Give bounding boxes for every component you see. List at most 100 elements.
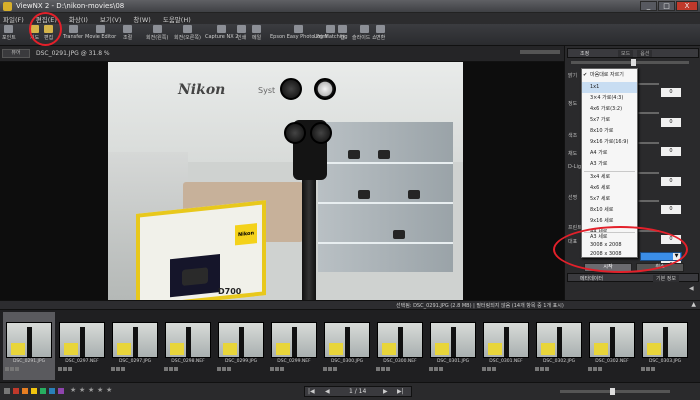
toolbar-convert-button[interactable]: 변환 [376,25,385,41]
toolbar-movie-editor-button[interactable]: Movie Editor [85,25,116,40]
thumbnail[interactable]: DSC_0299.JPG [215,312,267,380]
value-field[interactable]: 0 [661,88,681,97]
photo-box-badge: Nikon [235,223,257,246]
filmstrip: DSC_0291.JPG DSC_0297.NEF DSC_0297.JPG D… [0,310,700,382]
label-exposure: 정도 [568,101,578,107]
toolbar-web-button[interactable]: 웹 [338,25,347,41]
crop-option-free[interactable]: 마음대로 자르기 [582,70,637,81]
menu-view[interactable]: 보기(V) [100,14,121,24]
maximize-button[interactable]: □ [658,1,675,11]
next-page-button[interactable]: ▶ [383,388,388,395]
thumbnail[interactable]: DSC_0302.NEF [586,312,638,380]
crop-option[interactable]: 5x7 가로 [582,115,637,126]
thumbnail[interactable]: DSC_0297.JPG [109,312,161,380]
photo-lens [310,122,332,144]
selection-status: 선택됨: DSC_0291.JPG (2.8 MB) | 필터링되지 않음 (1… [396,303,564,309]
thumbnail[interactable]: DSC_0300.JPG [321,312,373,380]
crop-option[interactable]: 8x10 가로 [582,126,637,137]
thumbnail[interactable]: DSC_0299.NEF [268,312,320,380]
crop-option-1x1[interactable]: 1x1 [582,82,637,93]
close-button[interactable]: X [676,1,698,11]
rating-star-icon[interactable]: ★ [70,386,76,394]
rating-star-icon[interactable]: ★ [97,386,103,394]
thumbnail-image [483,322,529,358]
menu-file[interactable]: 파일(F) [3,14,24,24]
crop-option[interactable]: 8x10 세로 [582,205,637,216]
thumbnail[interactable]: DSC_0303.JPG [639,312,691,380]
toolbar-print-button[interactable]: 인쇄 [237,25,246,41]
label-color-0[interactable] [4,388,10,394]
adjust-slider[interactable] [571,59,689,66]
convert-icon [376,25,386,33]
adjust-panel-title: 조정 [580,51,590,57]
value-field[interactable]: 0 [661,118,681,127]
adjust-panel-header[interactable]: 조정 모드 옵션 [567,48,699,58]
thumbnail[interactable]: DSC_0297.NEF [56,312,108,380]
panel-arrow-icon[interactable]: ◀ [689,285,694,292]
photo-camera [393,230,405,239]
photo-camera [348,150,360,159]
thumbnail[interactable]: DSC_0301.NEF [480,312,532,380]
crop-option[interactable]: 4x6 가로(3:2) [582,104,637,115]
photo-pole [302,172,316,300]
menu-image[interactable]: 화상(I) [69,14,88,24]
toolbar-rotate-right-button[interactable]: 회전(오른쪽) [174,25,201,41]
thumbnail[interactable]: DSC_0291.JPG [3,312,55,380]
toolbar-transfer-button[interactable]: Transfer [63,25,83,40]
last-page-button[interactable]: ▶| [397,388,404,395]
crop-option[interactable]: 9x16 가로(16:9) [582,137,637,148]
thumbnail-size-slider[interactable] [560,388,670,395]
menu-window[interactable]: 창(W) [133,14,150,24]
filmstrip-collapse-icon[interactable]: ▲ [691,301,696,308]
viewer-mode-button[interactable]: 뷰어 [2,49,30,58]
thumbnail[interactable]: DSC_0301.JPG [427,312,479,380]
minimize-button[interactable]: _ [640,1,657,11]
first-page-button[interactable]: |◀ [308,388,315,395]
crop-option[interactable]: A3 가로 [582,159,637,170]
tab-basic-info[interactable]: 기본 정보 [653,275,679,282]
thumbnail[interactable]: DSC_0300.NEF [374,312,426,380]
thumbnail-badges [641,367,655,371]
toolbar-capture-nx-button[interactable]: Capture NX 2 [205,25,238,40]
window-title: ViewNX 2 - D:\nikon-movies\08 [16,2,125,10]
slider-knob[interactable] [610,388,615,395]
rating-star-icon[interactable]: ★ [88,386,94,394]
zoom-slider[interactable] [520,50,560,54]
crop-option[interactable]: 3x4 세로 [582,172,637,183]
crop-option[interactable]: A4 가로 [582,148,637,159]
label-color-6[interactable] [58,388,64,394]
toolbar-browser-button[interactable]: 포인트 [2,25,16,41]
thumbnail[interactable]: DSC_0302.JPG [533,312,585,380]
rotate-left-icon [152,25,162,33]
label-color-1[interactable] [13,388,19,394]
toolbar-slideshow-button[interactable]: 슬라이드 쇼 [352,25,377,41]
value-field[interactable]: 0 [661,205,681,214]
tab-options[interactable]: 옵션 [637,50,653,57]
tab-mode[interactable]: 모드 [618,50,634,57]
menu-help[interactable]: 도움말(H) [163,14,191,24]
thumbnail[interactable]: DSC_0298.NEF [162,312,214,380]
crop-option[interactable]: 4x6 세로 [582,183,637,194]
toolbar-rotate-left-button[interactable]: 회전(왼쪽) [146,25,168,41]
metadata-header[interactable]: 메타데이터 기본 정보 [567,273,699,282]
label-color-3[interactable] [31,388,37,394]
label-color-4[interactable] [40,388,46,394]
label-color-5[interactable] [49,388,55,394]
rating-star-icon[interactable]: ★ [106,386,112,394]
toolbar-adjust-button[interactable]: 조절 [123,25,132,41]
photo-shelf-line [318,162,453,164]
crop-option[interactable]: 5x7 세로 [582,194,637,205]
crop-option[interactable]: 3×4 가로(4:3) [582,93,637,104]
label-color-2[interactable] [22,388,28,394]
value-field[interactable]: 0 [661,177,681,186]
prev-page-button[interactable]: ◀ [325,388,330,395]
preview-photo[interactable]: Nikon Syst Nikon D700 [108,62,463,300]
photo-sign-text: Syst [258,86,276,95]
slider-knob[interactable] [631,59,636,66]
toolbar-mail-button[interactable]: 메일 [252,25,261,41]
rating-star-icon[interactable]: ★ [79,386,85,394]
value-field[interactable]: 0 [661,147,681,156]
thumbnail-badges [270,367,284,371]
thumbnail-badges [376,367,390,371]
log-matching-icon [326,25,336,33]
